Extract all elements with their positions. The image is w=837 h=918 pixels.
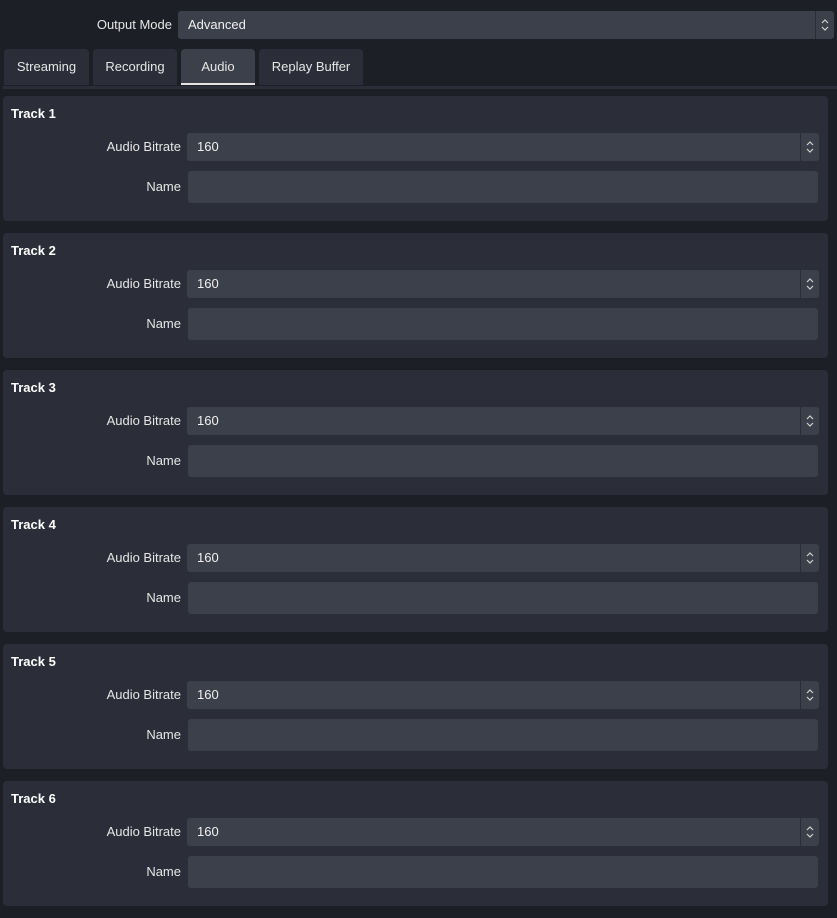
audio-bitrate-label: Audio Bitrate [106, 139, 181, 154]
audio-bitrate-value: 160 [197, 139, 219, 154]
track-group-1: Track 1 Audio Bitrate 160 Name [3, 96, 828, 221]
audio-bitrate-select[interactable]: 160 [187, 818, 819, 846]
track-name-input[interactable] [188, 856, 818, 888]
audio-bitrate-label: Audio Bitrate [106, 824, 181, 839]
track-name-label: Name [146, 590, 181, 605]
audio-bitrate-select[interactable]: 160 [187, 133, 819, 161]
up-down-arrows-icon[interactable] [815, 11, 834, 39]
track-title: Track 2 [11, 243, 56, 258]
audio-bitrate-value: 160 [197, 413, 219, 428]
up-down-arrows-icon[interactable] [800, 681, 819, 709]
audio-bitrate-select[interactable]: 160 [187, 270, 819, 298]
track-name-input[interactable] [188, 308, 818, 340]
track-group-5: Track 5 Audio Bitrate 160 Name [3, 644, 828, 769]
output-mode-value: Advanced [188, 17, 246, 32]
up-down-arrows-icon[interactable] [800, 544, 819, 572]
track-name-label: Name [146, 316, 181, 331]
up-down-arrows-icon[interactable] [800, 270, 819, 298]
track-group-6: Track 6 Audio Bitrate 160 Name [3, 781, 828, 906]
tab-recording[interactable]: Recording [93, 49, 177, 85]
tab-bar: Streaming Recording Audio Replay Buffer [0, 49, 837, 87]
track-name-input[interactable] [188, 719, 818, 751]
audio-bitrate-label: Audio Bitrate [106, 413, 181, 428]
track-title: Track 3 [11, 380, 56, 395]
output-mode-label: Output Mode [96, 17, 172, 32]
track-name-label: Name [146, 727, 181, 742]
audio-bitrate-value: 160 [197, 276, 219, 291]
up-down-arrows-icon[interactable] [800, 133, 819, 161]
audio-bitrate-select[interactable]: 160 [187, 681, 819, 709]
audio-bitrate-value: 160 [197, 550, 219, 565]
tab-replay-buffer[interactable]: Replay Buffer [259, 49, 363, 85]
track-name-input[interactable] [188, 171, 818, 203]
track-group-2: Track 2 Audio Bitrate 160 Name [3, 233, 828, 358]
track-group-3: Track 3 Audio Bitrate 160 Name [3, 370, 828, 495]
track-name-label: Name [146, 864, 181, 879]
audio-bitrate-label: Audio Bitrate [106, 687, 181, 702]
track-title: Track 4 [11, 517, 56, 532]
output-mode-select[interactable]: Advanced [178, 11, 834, 39]
output-mode-row: Output Mode Advanced [0, 11, 837, 39]
tab-audio[interactable]: Audio [181, 49, 255, 85]
audio-bitrate-label: Audio Bitrate [106, 550, 181, 565]
audio-bitrate-label: Audio Bitrate [106, 276, 181, 291]
up-down-arrows-icon[interactable] [800, 407, 819, 435]
track-name-label: Name [146, 453, 181, 468]
audio-bitrate-select[interactable]: 160 [187, 407, 819, 435]
audio-bitrate-value: 160 [197, 687, 219, 702]
tab-streaming[interactable]: Streaming [4, 49, 89, 85]
track-title: Track 5 [11, 654, 56, 669]
audio-bitrate-select[interactable]: 160 [187, 544, 819, 572]
track-group-4: Track 4 Audio Bitrate 160 Name [3, 507, 828, 632]
track-title: Track 6 [11, 791, 56, 806]
track-name-input[interactable] [188, 445, 818, 477]
track-name-label: Name [146, 179, 181, 194]
track-name-input[interactable] [188, 582, 818, 614]
track-title: Track 1 [11, 106, 56, 121]
up-down-arrows-icon[interactable] [800, 818, 819, 846]
audio-bitrate-value: 160 [197, 824, 219, 839]
tab-divider [3, 86, 837, 89]
